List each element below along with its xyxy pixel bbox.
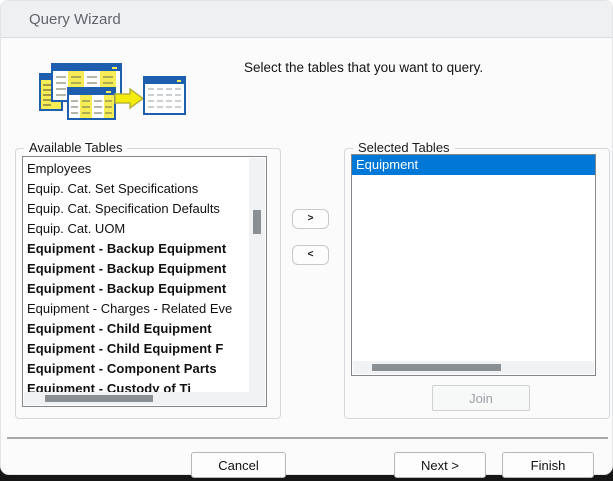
available-tables-list[interactable]: EmployeesEquip. Cat. Set SpecificationsE…: [22, 156, 267, 407]
vertical-scrollbar-thumb[interactable]: [253, 210, 261, 234]
list-item[interactable]: Equip. Cat. UOM: [23, 219, 249, 239]
vertical-scrollbar[interactable]: [249, 158, 265, 392]
move-left-button[interactable]: <: [292, 245, 329, 265]
join-button[interactable]: Join: [432, 385, 530, 411]
horizontal-scrollbar[interactable]: [24, 392, 265, 405]
available-tables-label: Available Tables: [24, 140, 127, 156]
list-item[interactable]: Equip. Cat. Set Specifications: [23, 179, 249, 199]
selected-tables-group: Selected Tables Equipment Join: [344, 148, 610, 419]
finish-button[interactable]: Finish: [502, 452, 594, 478]
horizontal-scrollbar[interactable]: [353, 361, 594, 374]
list-item[interactable]: Equipment - Charges - Related Eve: [23, 299, 249, 319]
move-right-button[interactable]: >: [292, 209, 329, 229]
horizontal-scrollbar-thumb[interactable]: [372, 364, 501, 371]
cancel-button[interactable]: Cancel: [191, 452, 286, 478]
instruction-text: Select the tables that you want to query…: [244, 60, 483, 75]
query-tables-icon: [38, 61, 186, 123]
selected-tables-list[interactable]: Equipment: [351, 154, 596, 376]
list-item[interactable]: Equipment - Backup Equipment: [23, 259, 249, 279]
list-item[interactable]: Equip. Cat. Specification Defaults: [23, 199, 249, 219]
next-button[interactable]: Next >: [394, 452, 486, 478]
list-item[interactable]: Equipment - Component Parts: [23, 359, 249, 379]
list-item[interactable]: Equipment - Child Equipment: [23, 319, 249, 339]
source-table-icon-front: [68, 88, 115, 119]
available-tables-group: Available Tables EmployeesEquip. Cat. Se…: [15, 148, 281, 419]
list-item[interactable]: Equipment - Backup Equipment: [23, 239, 249, 259]
result-table-icon: [144, 77, 185, 114]
list-item[interactable]: Employees: [23, 159, 249, 179]
list-item[interactable]: Equipment: [352, 155, 595, 175]
list-item[interactable]: Equipment - Custody of Ti: [23, 379, 249, 392]
list-item[interactable]: Equipment - Child Equipment F: [23, 339, 249, 359]
footer-separator: [7, 437, 608, 439]
selected-tables-rows: Equipment: [352, 155, 595, 361]
dialog-titlebar[interactable]: Query Wizard: [1, 1, 612, 38]
list-item[interactable]: Equipment - Backup Equipment: [23, 279, 249, 299]
horizontal-scrollbar-thumb[interactable]: [45, 395, 153, 402]
query-wizard-dialog: Query Wizard: [0, 0, 613, 475]
available-tables-rows: EmployeesEquip. Cat. Set SpecificationsE…: [23, 159, 249, 392]
screen: Query Wizard: [0, 0, 613, 481]
dialog-title: Query Wizard: [29, 11, 121, 28]
